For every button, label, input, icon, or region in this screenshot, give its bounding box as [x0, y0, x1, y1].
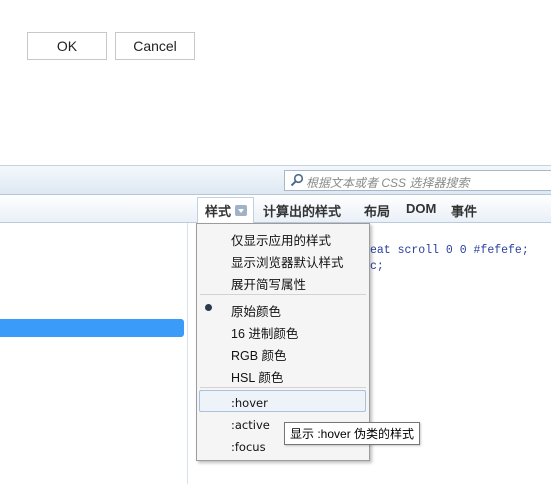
tab-events[interactable]: 事件 — [451, 201, 477, 220]
menu-item-hex-color[interactable]: 16 进制颜色 — [231, 323, 298, 342]
menu-item-hover-highlight — [199, 390, 366, 412]
radio-dot-icon — [205, 304, 212, 311]
menu-item-only-applied[interactable]: 仅显示应用的样式 — [231, 230, 331, 249]
tab-styles[interactable]: 样式 — [205, 201, 231, 220]
css-rule-line: c; — [370, 260, 384, 273]
menu-item-browser-defaults[interactable]: 显示浏览器默认样式 — [231, 252, 344, 271]
tab-computed[interactable]: 计算出的样式 — [263, 201, 341, 220]
pane-divider[interactable] — [187, 223, 188, 484]
menu-separator — [200, 294, 366, 295]
cancel-button[interactable]: Cancel — [115, 32, 195, 60]
menu-separator — [200, 387, 366, 388]
search-icon — [290, 173, 304, 187]
menu-item-original-color[interactable]: 原始颜色 — [231, 301, 281, 320]
menu-item-hover[interactable]: :hover — [231, 396, 268, 410]
css-rule-line: eat scroll 0 0 #fefefe; — [370, 244, 529, 257]
ok-button[interactable]: OK — [27, 32, 107, 60]
selected-tree-row[interactable] — [0, 319, 184, 337]
search-placeholder: 根据文本或者 CSS 选择器搜索 — [306, 176, 470, 190]
menu-item-hsl-color[interactable]: HSL 颜色 — [231, 367, 283, 386]
menu-item-focus[interactable]: :focus — [231, 440, 266, 454]
chevron-down-icon[interactable] — [235, 205, 247, 216]
menu-item-rgb-color[interactable]: RGB 颜色 — [231, 345, 287, 364]
hover-tooltip: 显示 :hover 伪类的样式 — [284, 422, 421, 445]
menu-item-expand-shorthand[interactable]: 展开简写属性 — [231, 274, 306, 293]
tab-dom[interactable]: DOM — [406, 201, 436, 216]
menu-item-active[interactable]: :active — [231, 418, 270, 432]
tab-layout[interactable]: 布局 — [364, 201, 390, 220]
